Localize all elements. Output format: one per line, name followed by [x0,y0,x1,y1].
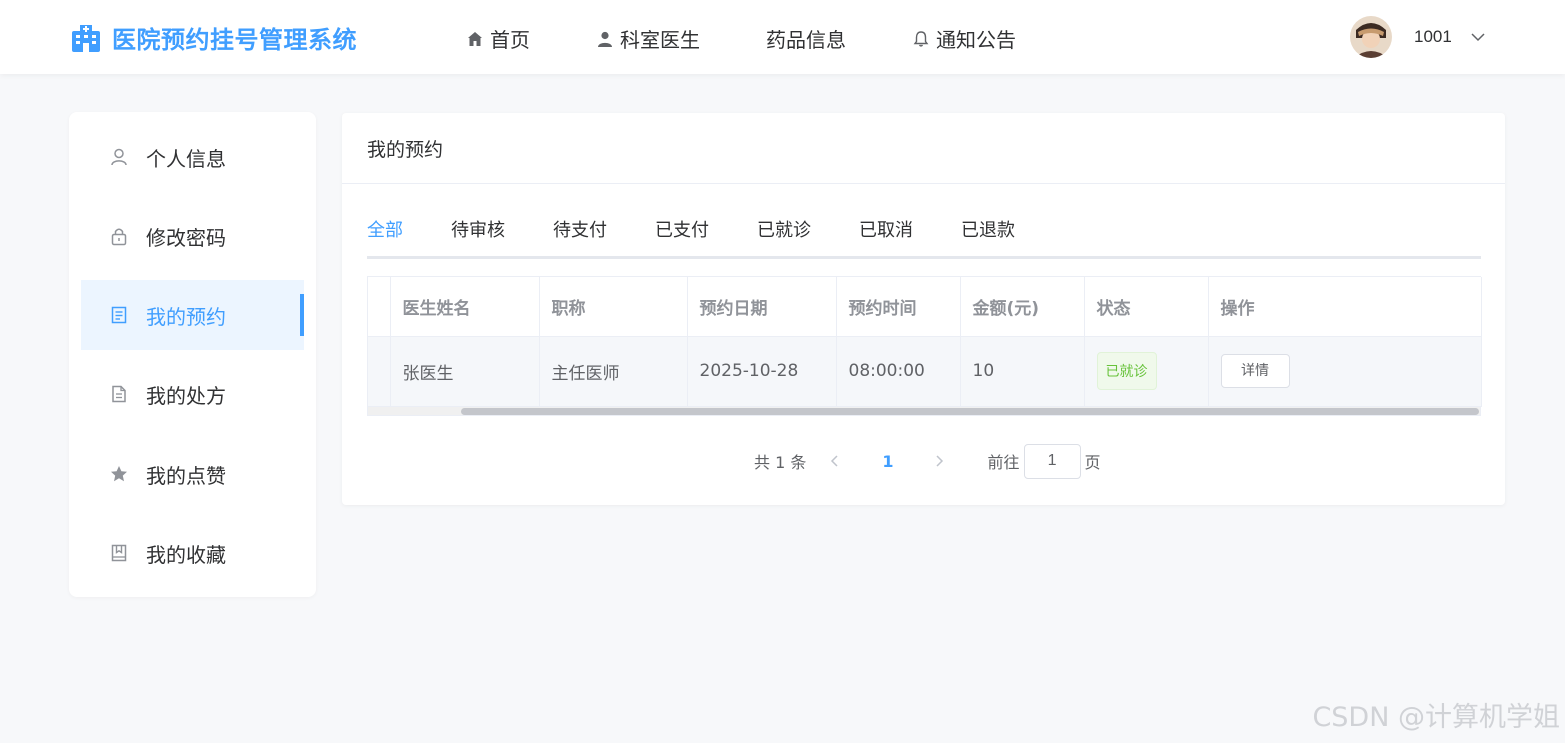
cell-date: 2025-10-28 [687,336,837,407]
person-icon [111,148,127,166]
pagination: 共 1 条 1 前往 页 [754,443,1101,479]
column-header-status: 状态 [1084,277,1209,337]
scrollbar-thumb[interactable] [461,408,1479,415]
nav-departments-label: 科室医生 [620,28,700,52]
nav-notices[interactable]: 通知公告 [912,24,1016,53]
sidebar-item-favorites[interactable]: 我的收藏 [81,518,304,588]
nav-home[interactable]: 首页 [466,24,530,53]
bell-icon [913,30,929,47]
file-icon [112,385,126,403]
appointments-table: 医生姓名 职称 预约日期 预约时间 金额(元) 状态 操作 张医生 主任医师 2… [367,276,1482,416]
column-header-date: 预约日期 [687,277,837,337]
prev-page-icon[interactable] [828,454,842,468]
top-header: 医院预约挂号管理系统 首页 科室医生 药品信息 通知公告 1001 [0,0,1565,74]
home-icon [468,31,482,46]
status-tabs: 全部 待审核 待支付 已支付 已就诊 已取消 已退款 [367,217,1481,259]
row-gutter [368,336,391,407]
cell-doctor: 张医生 [390,336,540,407]
tab-pending-payment[interactable]: 待支付 [553,217,655,253]
avatar-image [1350,16,1392,58]
tab-cancelled[interactable]: 已取消 [859,217,961,253]
pagination-total: 共 1 条 [754,453,807,472]
cell-time: 08:00:00 [836,336,961,407]
user-menu[interactable]: 1001 [1350,16,1486,58]
card-title: 我的预约 [342,113,1505,184]
sidebar-item-appointments[interactable]: 我的预约 [81,280,304,350]
appointments-card: 我的预约 全部 待审核 待支付 已支付 已就诊 已取消 已退款 医生姓名 职称 … [342,113,1505,505]
tab-paid[interactable]: 已支付 [655,217,757,253]
status-badge: 已就诊 [1096,352,1157,390]
nav-medicine[interactable]: 药品信息 [766,24,846,53]
nav-medicine-label: 药品信息 [766,28,846,52]
sidebar-item-label: 修改密码 [146,225,226,250]
sidebar-item-likes[interactable]: 我的点赞 [81,439,304,509]
brand[interactable]: 医院预约挂号管理系统 [70,20,357,55]
sidebar-item-prescriptions[interactable]: 我的处方 [81,359,304,429]
sidebar-item-label: 个人信息 [146,146,226,171]
cell-status: 已就诊 [1084,336,1209,407]
tab-visited[interactable]: 已就诊 [757,217,859,253]
hospital-icon [72,24,100,52]
lock-icon [111,228,127,246]
nav-departments[interactable]: 科室医生 [596,24,700,53]
table-row: 张医生 主任医师 2025-10-28 08:00:00 10 已就诊 详情 [368,336,1482,407]
tab-all[interactable]: 全部 [367,217,451,253]
goto-label: 前往 [987,453,1020,472]
document-list-icon [111,306,127,324]
star-icon [111,466,127,482]
sidebar-item-label: 我的处方 [146,383,226,408]
horizontal-scrollbar[interactable] [368,407,1480,415]
avatar[interactable] [1350,16,1392,58]
sidebar: 个人信息 修改密码 我的预约 我的处方 我的点赞 我的收藏 [69,112,316,597]
sidebar-item-label: 我的预约 [146,304,226,329]
tab-refunded[interactable]: 已退款 [961,217,1063,253]
nav-notices-label: 通知公告 [936,28,1016,52]
user-name: 1001 [1414,27,1452,46]
tab-pending-review[interactable]: 待审核 [451,217,553,253]
page-suffix: 页 [1084,453,1101,472]
sidebar-item-label: 我的收藏 [146,542,226,567]
table-header-row: 医生姓名 职称 预约日期 预约时间 金额(元) 状态 操作 [368,277,1482,337]
column-header-doctor: 医生姓名 [390,277,540,337]
next-page-icon[interactable] [932,454,946,468]
cell-title: 主任医师 [539,336,688,407]
column-header-title: 职称 [539,277,688,337]
page-number-current[interactable]: 1 [882,452,893,471]
sidebar-item-label: 我的点赞 [146,463,226,488]
column-header-action: 操作 [1208,277,1482,337]
cell-action: 详情 [1208,336,1482,407]
table-header-gutter [368,277,391,337]
sidebar-item-password[interactable]: 修改密码 [81,201,304,271]
sidebar-item-profile[interactable]: 个人信息 [81,122,304,192]
main-nav: 首页 科室医生 药品信息 通知公告 [466,24,1082,53]
app-title: 医院预约挂号管理系统 [112,26,357,54]
bookmark-icon [111,544,127,562]
watermark: CSDN @计算机学姐 [1312,702,1560,733]
cell-amount: 10 [960,336,1085,407]
user-icon [598,31,612,47]
detail-button[interactable]: 详情 [1220,354,1290,388]
chevron-down-icon[interactable] [1470,29,1486,45]
nav-home-label: 首页 [490,28,530,52]
column-header-time: 预约时间 [836,277,961,337]
goto-page-input[interactable] [1023,443,1081,479]
column-header-amount: 金额(元) [960,277,1085,337]
